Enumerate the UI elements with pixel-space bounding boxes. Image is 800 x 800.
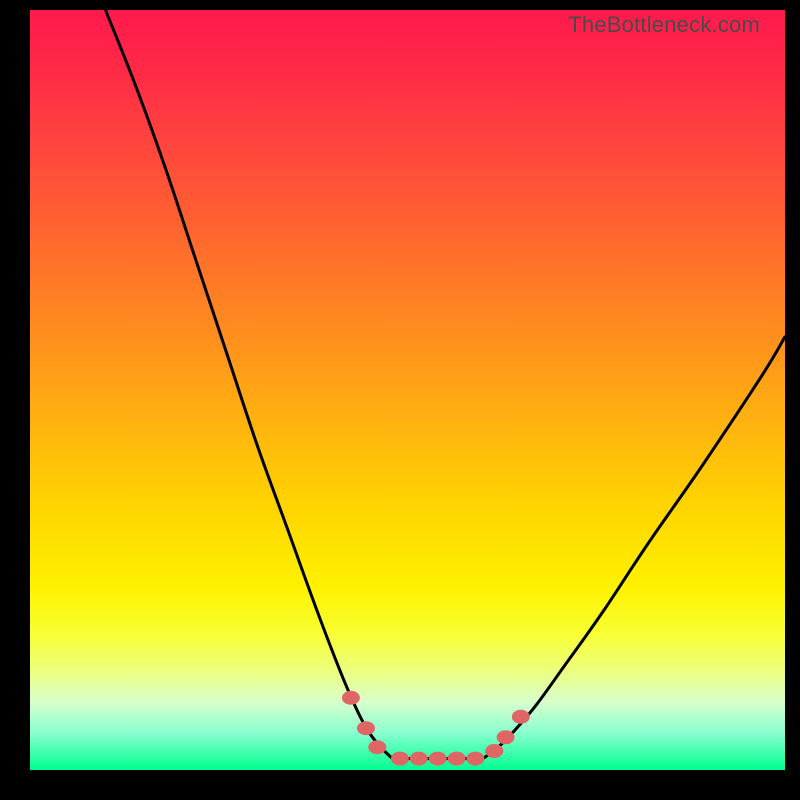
marker-point [342, 691, 360, 705]
series-left-curve [106, 10, 393, 759]
plot-area [30, 10, 785, 770]
curve-layer [30, 10, 785, 770]
watermark-text: TheBottleneck.com [568, 12, 760, 38]
marker-point [429, 752, 447, 766]
marker-point [512, 710, 530, 724]
marker-point [368, 740, 386, 754]
series-right-curve [483, 337, 785, 759]
marker-point [448, 752, 466, 766]
marker-point [391, 752, 409, 766]
marker-point [410, 752, 428, 766]
marker-point [466, 752, 484, 766]
marker-point [497, 730, 515, 744]
marker-point [485, 744, 503, 758]
chart-frame: TheBottleneck.com [0, 0, 800, 800]
marker-point [357, 721, 375, 735]
